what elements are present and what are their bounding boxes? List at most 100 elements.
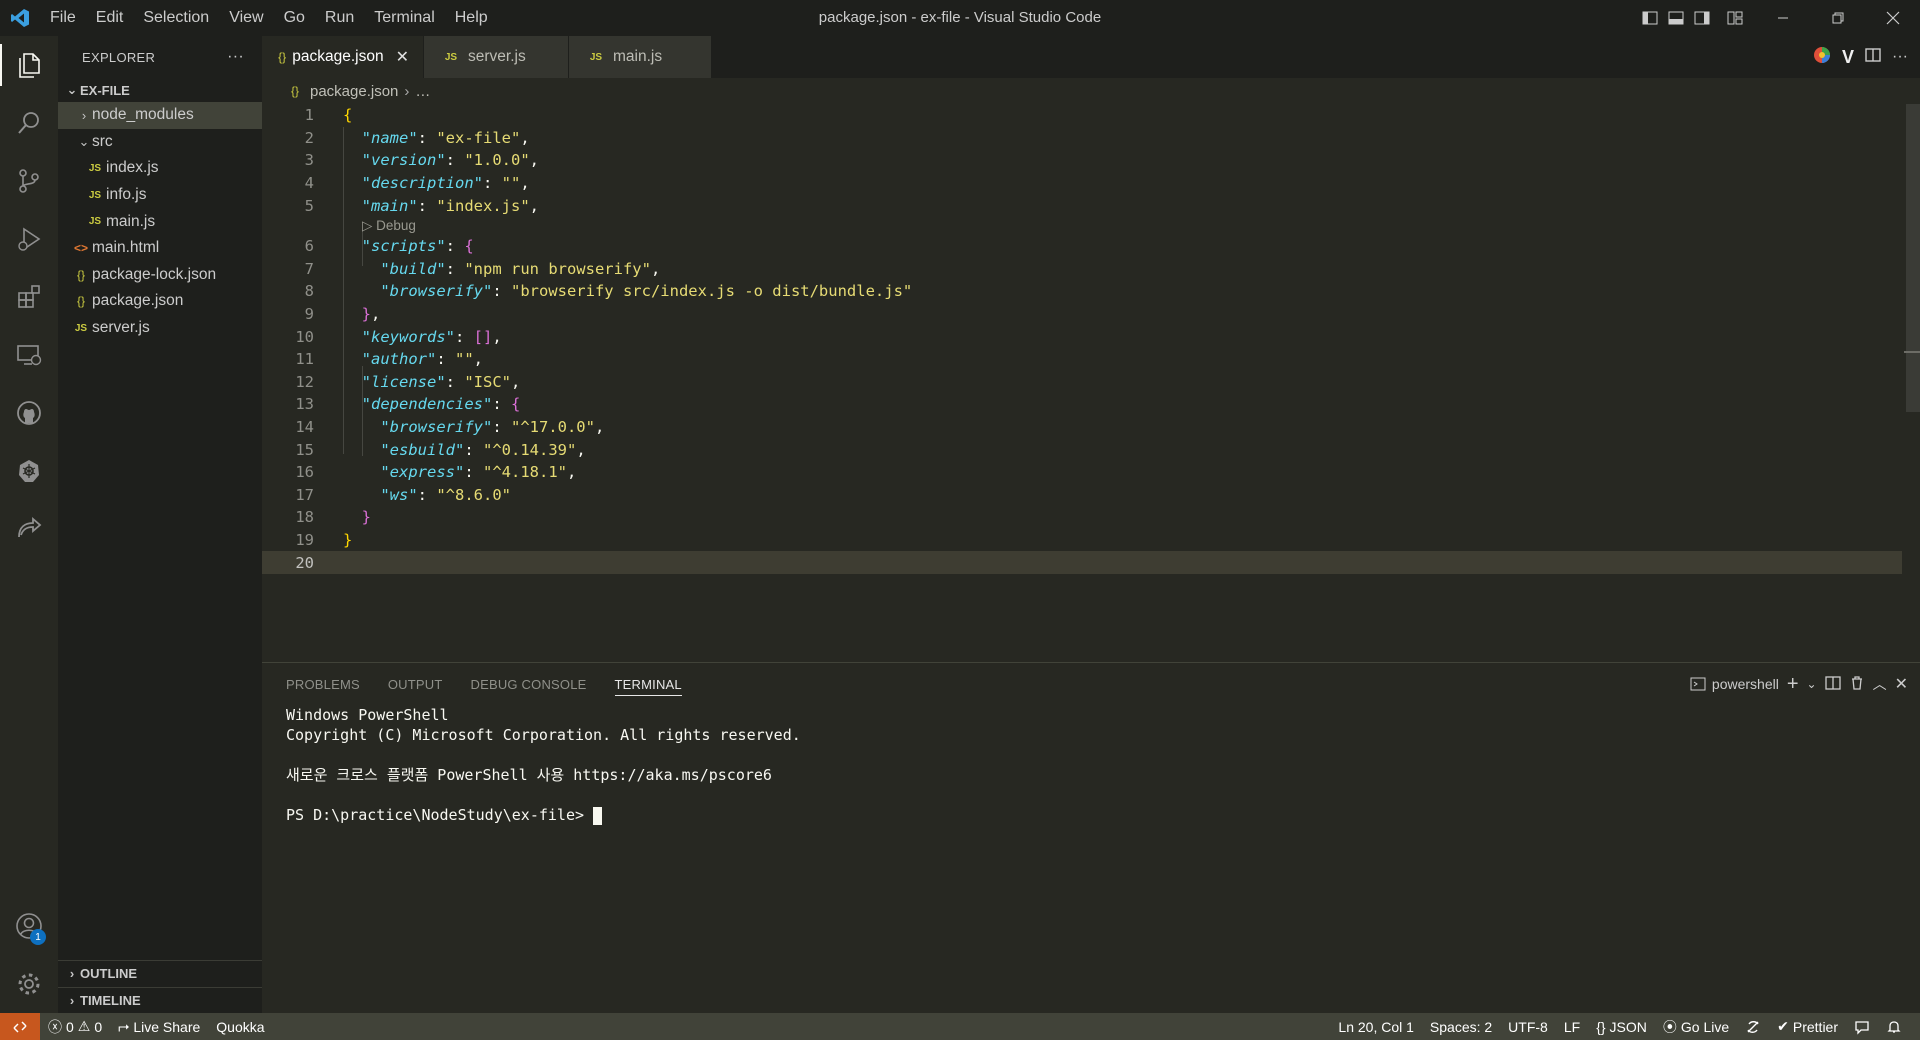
notifications-bell-icon[interactable] xyxy=(1878,1013,1910,1040)
live-share-status[interactable]: ⮣ Live Share xyxy=(110,1013,208,1040)
accounts-icon[interactable]: 1 xyxy=(0,897,58,955)
workspace-root-label: EX-FILE xyxy=(80,82,130,98)
tab-terminal[interactable]: TERMINAL xyxy=(614,663,683,705)
run-debug-icon[interactable] xyxy=(0,210,58,268)
tab-debug-console[interactable]: DEBUG CONSOLE xyxy=(471,663,587,705)
tab-problems[interactable]: PROBLEMS xyxy=(286,663,360,705)
go-live-button[interactable]: ⦿ Go Live xyxy=(1655,1013,1737,1040)
close-panel-icon[interactable]: ✕ xyxy=(1895,674,1908,694)
tree-item-src[interactable]: ⌄ src xyxy=(58,129,262,156)
editor-scrollbar[interactable] xyxy=(1904,104,1920,662)
prettier-status[interactable]: ✔ Prettier xyxy=(1769,1013,1846,1040)
menu-go[interactable]: Go xyxy=(274,0,315,36)
accounts-badge: 1 xyxy=(30,929,46,945)
tree-item-server-js[interactable]: JS server.js xyxy=(58,315,262,342)
toggle-primary-sidebar-icon[interactable] xyxy=(1637,0,1663,36)
source-control-icon[interactable] xyxy=(0,152,58,210)
menu-run[interactable]: Run xyxy=(315,0,364,36)
code-line: 18 } xyxy=(262,506,1902,529)
json-value: "^17.0.0" xyxy=(510,418,595,437)
close-window-button[interactable] xyxy=(1865,0,1920,36)
code-editor[interactable]: 1{ 2 "name": "ex-file", 3 "version": "1.… xyxy=(262,104,1920,662)
kubernetes-icon[interactable] xyxy=(0,442,58,500)
chevron-down-icon[interactable]: ⌄ xyxy=(1807,677,1817,691)
tree-item-package-lock-json[interactable]: {} package-lock.json xyxy=(58,262,262,289)
color-picker-icon[interactable] xyxy=(1812,45,1832,70)
scrollbar-thumb[interactable] xyxy=(1906,104,1920,412)
json-value: "^4.18.1" xyxy=(483,463,567,482)
outline-section[interactable]: › OUTLINE xyxy=(58,960,262,986)
tab-output[interactable]: OUTPUT xyxy=(388,663,443,705)
menu-view[interactable]: View xyxy=(219,0,273,36)
vim-icon[interactable]: V xyxy=(1842,47,1854,68)
search-icon[interactable] xyxy=(0,94,58,152)
warning-icon: ⚠ xyxy=(77,1018,91,1034)
more-actions-icon[interactable]: ··· xyxy=(227,48,244,66)
tree-item-main-js[interactable]: JS main.js xyxy=(58,208,262,235)
restore-button[interactable] xyxy=(1810,0,1865,36)
error-icon: ⓧ xyxy=(48,1018,62,1035)
split-terminal-icon[interactable] xyxy=(1824,675,1841,694)
tree-item-info-js[interactable]: JS info.js xyxy=(58,182,262,209)
json-key: "dependencies" xyxy=(361,395,493,414)
chevron-right-icon: › xyxy=(404,82,410,100)
live-share-icon[interactable] xyxy=(0,500,58,558)
toggle-panel-icon[interactable] xyxy=(1663,0,1689,36)
new-terminal-icon[interactable]: + xyxy=(1787,673,1799,696)
terminal-output[interactable]: Windows PowerShell Copyright (C) Microso… xyxy=(286,705,801,825)
tree-item-label: package.json xyxy=(92,292,184,310)
breadcrumb-file[interactable]: package.json xyxy=(310,83,398,100)
language-mode[interactable]: {} JSON xyxy=(1588,1013,1655,1040)
tree-item-package-json[interactable]: {} package.json xyxy=(58,288,262,315)
split-editor-icon[interactable] xyxy=(1864,46,1882,69)
menu-help[interactable]: Help xyxy=(445,0,498,36)
explorer-sidebar: EXPLORER ··· ⌄ EX-FILE › node_modules ⌄ … xyxy=(58,36,262,1013)
github-icon[interactable] xyxy=(0,384,58,442)
feedback-icon[interactable] xyxy=(1846,1013,1878,1040)
line-number: 6 xyxy=(304,237,314,256)
minimize-button[interactable] xyxy=(1755,0,1810,36)
sync-status-icon[interactable] xyxy=(1737,1013,1769,1040)
problems-status[interactable]: ⓧ 0 ⚠ 0 xyxy=(40,1013,110,1040)
menu-terminal[interactable]: Terminal xyxy=(364,0,444,36)
breadcrumb-symbol[interactable]: … xyxy=(415,83,430,100)
indentation[interactable]: Spaces: 2 xyxy=(1422,1013,1500,1040)
remote-indicator-icon[interactable] xyxy=(0,1013,40,1040)
cursor-position[interactable]: Ln 20, Col 1 xyxy=(1330,1013,1422,1040)
debug-codelens[interactable]: ▷ Debug xyxy=(362,217,416,235)
explorer-header: EXPLORER ··· xyxy=(58,36,262,78)
kill-terminal-trash-icon[interactable] xyxy=(1849,675,1865,694)
tree-item-node-modules[interactable]: › node_modules xyxy=(58,102,262,129)
toggle-secondary-sidebar-icon[interactable] xyxy=(1689,0,1715,36)
double-check-icon: ✔ xyxy=(1777,1018,1789,1034)
tab-server-js[interactable]: JS server.js xyxy=(424,36,569,78)
tree-item-index-js[interactable]: JS index.js xyxy=(58,155,262,182)
line-number: 19 xyxy=(295,531,314,550)
more-actions-icon[interactable]: ··· xyxy=(1892,48,1908,66)
explorer-icon[interactable] xyxy=(0,36,58,94)
terminal-shell-selector[interactable]: powershell xyxy=(1690,676,1779,692)
maximize-panel-icon[interactable]: ︿ xyxy=(1873,674,1887,694)
manage-gear-icon[interactable] xyxy=(0,955,58,1013)
file-encoding[interactable]: UTF-8 xyxy=(1500,1013,1556,1040)
terminal-icon xyxy=(1690,677,1706,691)
breadcrumb: {} package.json › … xyxy=(262,78,430,104)
close-tab-icon[interactable]: ✕ xyxy=(396,47,409,67)
line-number: 10 xyxy=(295,327,314,346)
quokka-status[interactable]: Quokka xyxy=(208,1013,272,1040)
timeline-section[interactable]: › TIMELINE xyxy=(58,987,262,1013)
line-number: 18 xyxy=(295,508,314,527)
workspace-root[interactable]: ⌄ EX-FILE xyxy=(58,78,262,102)
tab-main-js[interactable]: JS main.js xyxy=(569,36,712,78)
menu-selection[interactable]: Selection xyxy=(133,0,219,36)
customize-layout-icon[interactable] xyxy=(1715,0,1755,36)
extensions-icon[interactable] xyxy=(0,268,58,326)
menu-file[interactable]: File xyxy=(40,0,86,36)
js-file-icon: JS xyxy=(444,51,458,63)
tab-package-json[interactable]: {} package.json ✕ xyxy=(262,36,424,78)
remote-explorer-icon[interactable] xyxy=(0,326,58,384)
line-number: 12 xyxy=(295,372,314,391)
menu-edit[interactable]: Edit xyxy=(86,0,134,36)
end-of-line[interactable]: LF xyxy=(1556,1013,1588,1040)
tree-item-main-html[interactable]: <> main.html xyxy=(58,235,262,262)
